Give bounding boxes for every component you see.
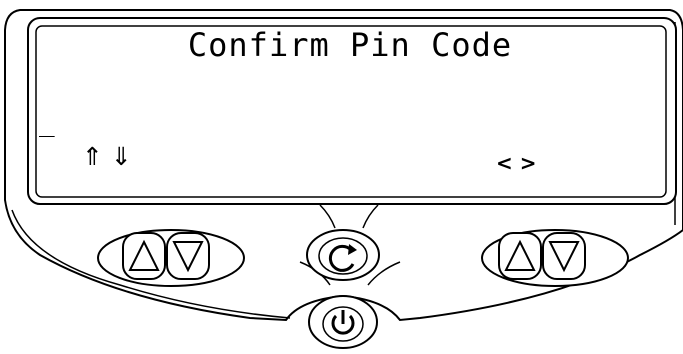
screen-title: Confirm Pin Code [187,26,513,64]
left-up-button[interactable] [122,232,166,280]
refresh-button[interactable] [305,228,381,282]
left-down-button[interactable] [166,232,210,280]
scroll-arrows: ⇑ ⇓ [82,142,132,171]
right-up-button[interactable] [498,232,542,280]
power-button[interactable] [307,292,379,350]
device-panel: Confirm Pin Code _ ⇑ ⇓ < > [0,0,683,351]
nav-arrows: < > [496,151,537,175]
text-cursor: _ [39,108,55,138]
right-down-button[interactable] [542,232,586,280]
